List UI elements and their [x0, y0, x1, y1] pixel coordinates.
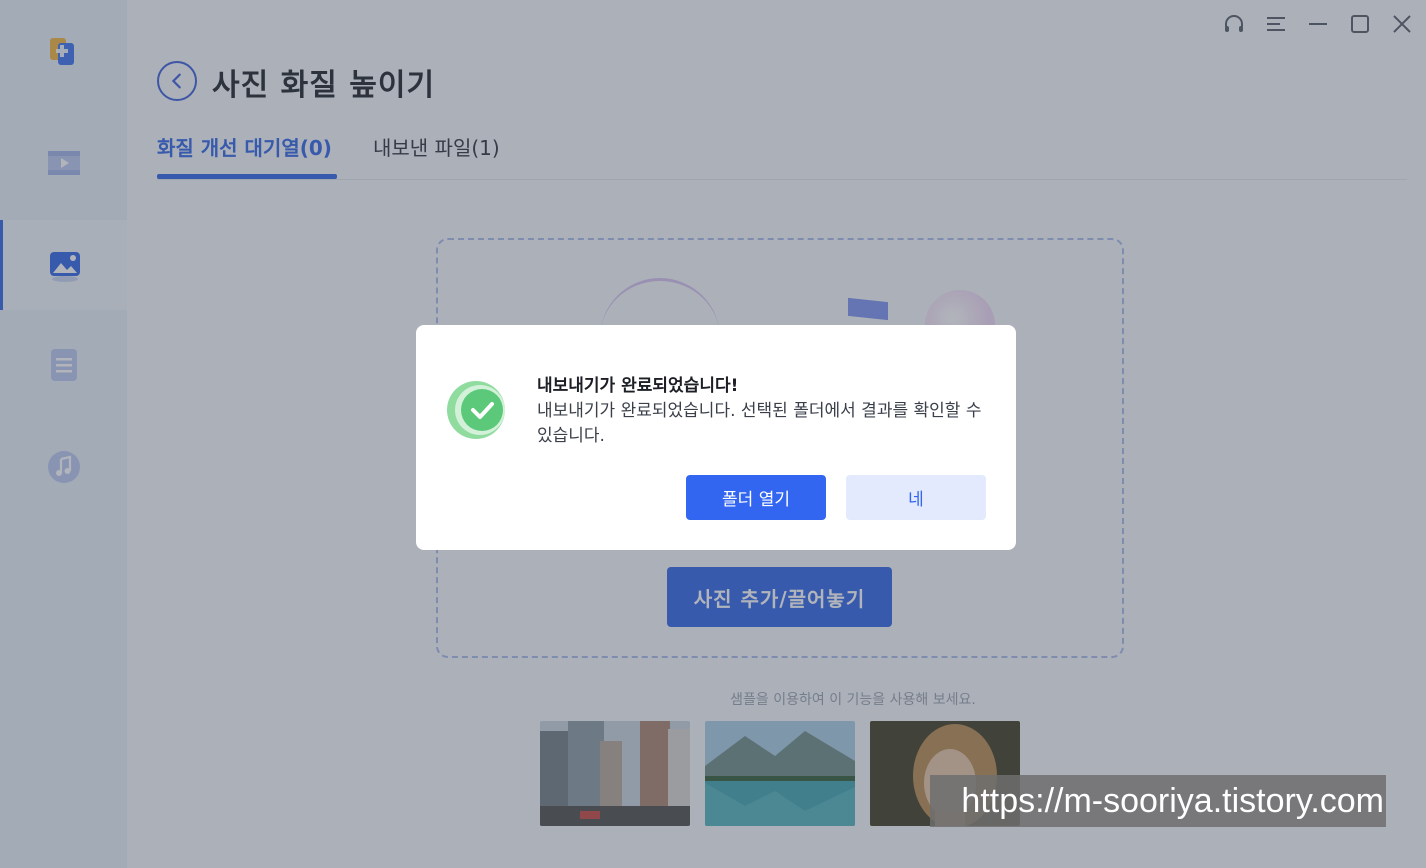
export-complete-dialog: 내보내기가 완료되었습니다! 내보내기가 완료되었습니다. 선택된 폴더에서 결…: [416, 325, 1016, 550]
confirm-button[interactable]: 네: [846, 475, 986, 520]
open-folder-button[interactable]: 폴더 열기: [686, 475, 826, 520]
success-check-icon: [446, 380, 508, 440]
dialog-title: 내보내기가 완료되었습니다!: [537, 376, 739, 396]
watermark-text: https://m-sooriya.tistory.com: [930, 775, 1386, 827]
dialog-message: 내보내기가 완료되었습니다. 선택된 폴더에서 결과를 확인할 수 있습니다.: [537, 401, 982, 446]
